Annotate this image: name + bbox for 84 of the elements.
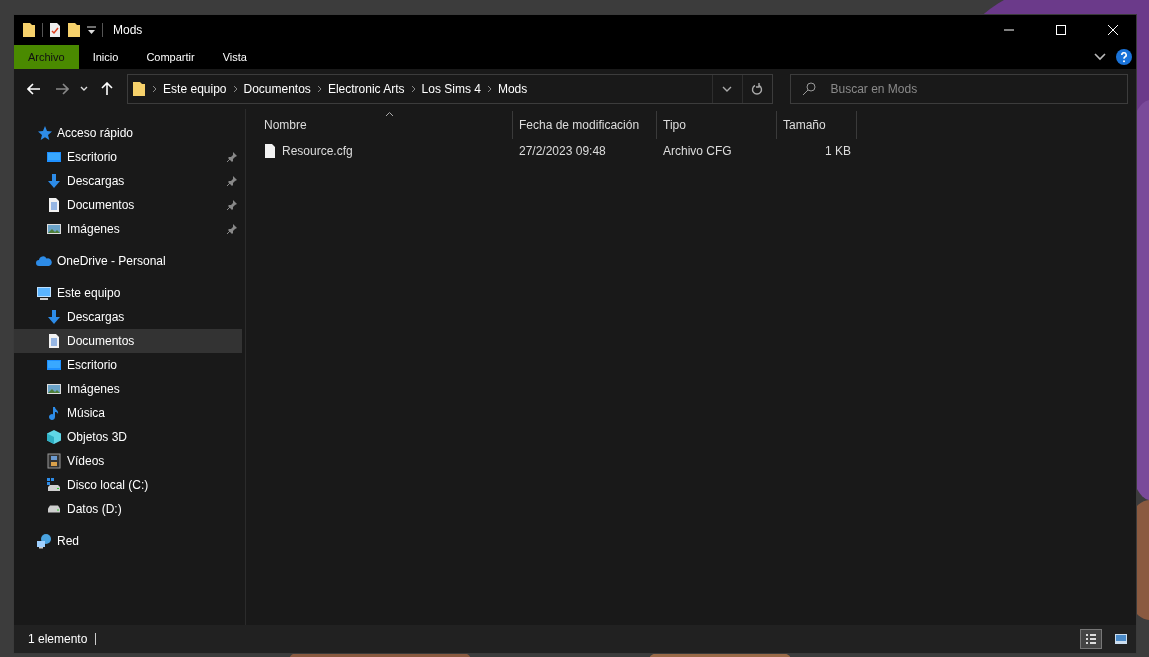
chevron-right-icon xyxy=(152,85,158,93)
arrow-up-icon xyxy=(101,82,114,96)
download-arrow-icon xyxy=(46,173,62,189)
network-globe-icon xyxy=(36,533,52,549)
ribbon-tab[interactable]: Archivo xyxy=(14,45,79,69)
drive-icon xyxy=(47,505,61,513)
computer-icon xyxy=(36,285,52,301)
column-header[interactable]: Nombre xyxy=(258,111,513,139)
search-icon xyxy=(801,82,816,96)
item-count: 1 elemento xyxy=(28,632,88,646)
file-name[interactable]: Resource.cfg xyxy=(258,143,513,159)
ribbon-tab[interactable]: Compartir xyxy=(132,45,209,69)
desktop-icon xyxy=(46,357,62,373)
sidebar-item[interactable]: Vídeos xyxy=(14,449,242,473)
sidebar-item[interactable]: OneDrive - Personal xyxy=(14,249,242,273)
column-header[interactable]: Tipo xyxy=(657,111,777,139)
document-check-icon[interactable] xyxy=(49,22,61,38)
sidebar-item[interactable]: Descargas xyxy=(14,169,242,193)
cloud-icon xyxy=(36,253,52,269)
ribbon-tab[interactable]: Inicio xyxy=(78,45,133,69)
chevron-down-icon xyxy=(722,86,732,92)
sidebar-item[interactable]: Disco local (C:) xyxy=(14,473,242,497)
sidebar-item[interactable]: Objetos 3D xyxy=(14,425,242,449)
column-header[interactable]: Tamaño xyxy=(777,111,857,139)
document-icon xyxy=(46,197,62,213)
dropdown-icon[interactable] xyxy=(87,25,96,35)
picture-frame-icon xyxy=(1115,634,1127,644)
breadcrumb[interactable]: Mods xyxy=(497,82,528,96)
sidebar-item[interactable]: Imágenes xyxy=(14,377,242,401)
chevron-down-icon xyxy=(80,86,89,92)
details-view-button[interactable] xyxy=(1080,629,1102,649)
download-arrow-icon xyxy=(46,309,62,325)
drive-icon xyxy=(46,477,62,493)
sidebar-item[interactable]: Datos (D:) xyxy=(14,497,242,521)
sidebar-item[interactable]: Escritorio xyxy=(14,145,242,169)
chevron-right-icon xyxy=(232,85,238,93)
cube-icon xyxy=(46,429,62,445)
desktop-icon xyxy=(46,149,62,165)
arrow-left-icon xyxy=(26,83,41,95)
breadcrumb[interactable]: Electronic Arts xyxy=(327,82,405,96)
star-icon xyxy=(36,125,52,141)
sidebar-item[interactable]: Descargas xyxy=(14,305,242,329)
refresh-icon xyxy=(751,83,763,95)
chevron-right-icon xyxy=(316,85,322,93)
minimize-icon xyxy=(1004,29,1014,31)
sidebar-item[interactable]: Imágenes xyxy=(14,217,242,241)
chevron-down-icon[interactable] xyxy=(1094,53,1106,61)
breadcrumb[interactable]: Documentos xyxy=(243,82,311,96)
window-title: Mods xyxy=(113,23,144,37)
close-icon xyxy=(1108,25,1118,35)
ribbon-tab[interactable]: Vista xyxy=(208,45,261,69)
file-icon xyxy=(264,143,276,159)
sidebar-item[interactable]: Documentos xyxy=(14,329,242,353)
sidebar-item[interactable]: Música xyxy=(14,401,242,425)
table-cell-text: 27/2/2023 09:48 xyxy=(518,144,607,158)
pin-icon[interactable] xyxy=(226,175,238,187)
maximize-icon xyxy=(1056,25,1066,35)
image-icon xyxy=(46,221,62,237)
column-header[interactable]: Fecha de modificación xyxy=(513,111,657,139)
sidebar-item[interactable]: Escritorio xyxy=(14,353,242,377)
arrow-right-icon xyxy=(54,83,69,95)
sidebar-item[interactable]: Este equipo xyxy=(14,281,242,305)
folder-icon xyxy=(22,22,36,38)
search-field[interactable]: Buscar en Mods xyxy=(789,74,1128,104)
table-cell-text: Archivo CFG xyxy=(662,144,733,158)
pin-icon[interactable] xyxy=(226,223,238,235)
film-icon xyxy=(46,453,62,469)
table-cell-text: 1 KB xyxy=(824,144,852,158)
sidebar-item[interactable]: Red xyxy=(14,529,242,553)
document-icon xyxy=(46,333,62,349)
help-icon[interactable] xyxy=(1116,49,1132,65)
folder-icon[interactable] xyxy=(67,22,81,38)
chevron-right-icon xyxy=(410,85,416,93)
pin-icon[interactable] xyxy=(226,199,238,211)
list-icon xyxy=(1085,634,1097,644)
chevron-right-icon xyxy=(486,85,492,93)
sidebar-item[interactable]: Documentos xyxy=(14,193,242,217)
breadcrumb[interactable]: Este equipo xyxy=(163,82,227,96)
folder-icon xyxy=(132,81,147,97)
breadcrumb[interactable]: Los Sims 4 xyxy=(421,82,481,96)
image-icon xyxy=(46,381,62,397)
address-bar[interactable]: Este equipo Documentos Electronic Arts Los Sims 4 Mods xyxy=(127,74,773,104)
sidebar-item[interactable]: Acceso rápido xyxy=(14,121,242,145)
pin-icon[interactable] xyxy=(226,151,238,163)
